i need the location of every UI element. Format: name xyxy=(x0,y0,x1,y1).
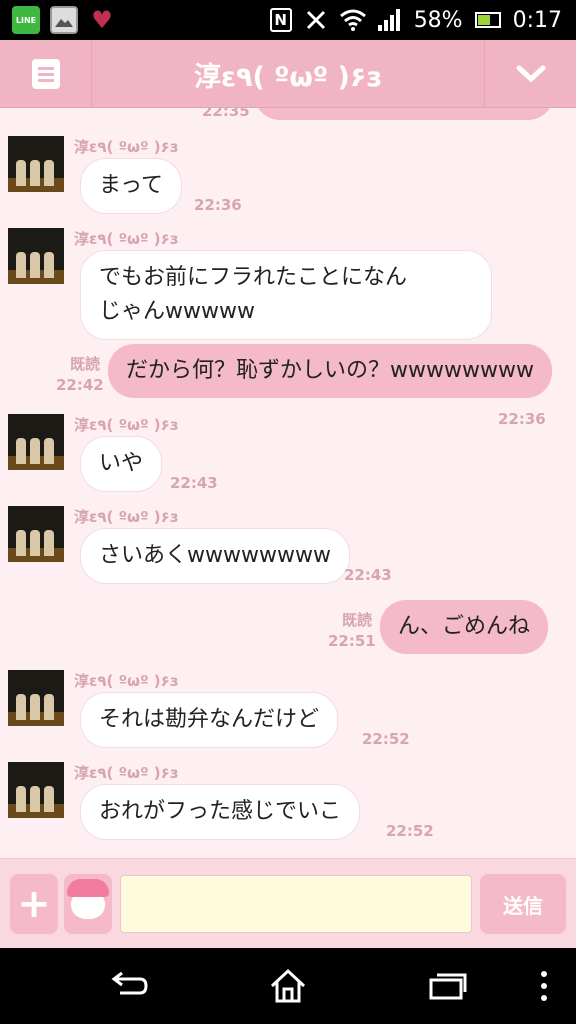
recent-apps-button[interactable] xyxy=(418,966,478,1006)
message-time: 22:35 xyxy=(202,108,250,120)
message-text: でもお前にフラれたことになん xyxy=(99,265,408,290)
more-vertical-icon xyxy=(541,971,547,1001)
heart-app-icon: ♥ xyxy=(91,6,113,34)
sticker-icon xyxy=(67,879,109,919)
home-button[interactable] xyxy=(258,966,318,1006)
status-bar: LINE ♥ N 58% 0:17 xyxy=(0,0,576,40)
message-bubble-outgoing[interactable]: だから何？恥ずかしいの？wwwwwwww xyxy=(108,344,552,398)
menu-button[interactable] xyxy=(0,40,92,108)
message-bubble-outgoing[interactable]: ん、ごめんね xyxy=(380,600,549,654)
clock: 0:17 xyxy=(512,7,562,33)
back-icon xyxy=(111,971,148,995)
wifi-icon xyxy=(339,9,366,31)
avatar[interactable] xyxy=(8,228,64,284)
message-text: いや xyxy=(99,451,144,476)
message-bubble-incoming[interactable]: おれがフった感じでいこ xyxy=(80,784,361,840)
home-icon xyxy=(270,968,306,1003)
chevron-down-icon xyxy=(516,65,545,83)
message-input-bar: + 送信 xyxy=(0,858,576,948)
back-button[interactable] xyxy=(98,966,158,1006)
read-receipt: 既読 22:51 xyxy=(328,611,376,650)
sender-name: 淳ε٩( ºωº )۶з xyxy=(74,230,179,248)
message-time: 22:52 xyxy=(386,822,434,840)
message-time: 22:36 xyxy=(498,410,546,428)
gallery-icon xyxy=(50,6,78,34)
message-bubble-incoming[interactable]: まって xyxy=(80,158,183,214)
send-button[interactable]: 送信 xyxy=(480,874,566,934)
sender-name: 淳ε٩( ºωº )۶з xyxy=(74,416,179,434)
menu-icon xyxy=(31,59,60,89)
battery-percent: 58% xyxy=(413,7,463,33)
vibrate-off-icon xyxy=(306,10,325,30)
message-input[interactable] xyxy=(120,875,472,933)
recent-apps-icon xyxy=(429,973,467,1000)
message-time: 22:52 xyxy=(362,730,410,748)
message-bubble-incoming[interactable]: さいあくwwwwwwww xyxy=(80,528,350,584)
chat-area[interactable]: 22:35 淳ε٩( ºωº )۶з まって 22:36 淳ε٩( ºωº )۶… xyxy=(0,108,576,858)
message-bubble-outgoing xyxy=(254,108,554,120)
sender-name: 淳ε٩( ºωº )۶з xyxy=(74,764,179,782)
avatar[interactable] xyxy=(8,762,64,818)
message-text: ん、ごめんね xyxy=(398,614,531,639)
avatar[interactable] xyxy=(8,506,64,562)
system-indicators: N 58% 0:17 xyxy=(269,0,562,40)
message-text: さいあくwwwwwwww xyxy=(99,543,331,568)
attach-button[interactable]: + xyxy=(10,874,58,934)
message-bubble-incoming[interactable]: でもお前にフラれたことになん じゃんwwwww xyxy=(80,250,492,340)
nfc-icon: N xyxy=(269,8,292,32)
notification-icons: LINE ♥ xyxy=(12,6,116,34)
signal-icon xyxy=(377,9,402,31)
system-nav-bar xyxy=(0,948,576,1024)
message-text: じゃんwwwww xyxy=(99,299,255,324)
sender-name: 淳ε٩( ºωº )۶з xyxy=(74,138,179,156)
more-button[interactable] xyxy=(514,966,574,1006)
chat-title: 淳ε٩( ºωº )۶з xyxy=(193,61,383,93)
chat-header: 淳ε٩( ºωº )۶з xyxy=(0,40,576,108)
line-app-icon: LINE xyxy=(12,6,40,34)
message-time: 22:43 xyxy=(344,566,392,584)
expand-button[interactable] xyxy=(484,40,576,108)
message-bubble-incoming[interactable]: それは勘弁なんだけど xyxy=(80,692,339,748)
battery-icon xyxy=(474,12,501,28)
avatar[interactable] xyxy=(8,136,64,192)
avatar[interactable] xyxy=(8,670,64,726)
avatar[interactable] xyxy=(8,414,64,470)
message-text: まって xyxy=(99,173,164,198)
plus-icon: + xyxy=(17,881,51,927)
message-time: 22:43 xyxy=(170,474,218,492)
message-text: それは勘弁なんだけど xyxy=(99,707,320,732)
sender-name: 淳ε٩( ºωº )۶з xyxy=(74,672,179,690)
sticker-button[interactable] xyxy=(64,874,112,934)
message-text: だから何？恥ずかしいの？wwwwwwww xyxy=(126,358,534,383)
message-time: 22:36 xyxy=(194,196,242,214)
message-text: おれがフった感じでいこ xyxy=(99,799,342,824)
sender-name: 淳ε٩( ºωº )۶з xyxy=(74,508,179,526)
message-bubble-incoming[interactable]: いや xyxy=(80,436,163,492)
read-receipt: 既読 22:42 xyxy=(56,355,104,394)
